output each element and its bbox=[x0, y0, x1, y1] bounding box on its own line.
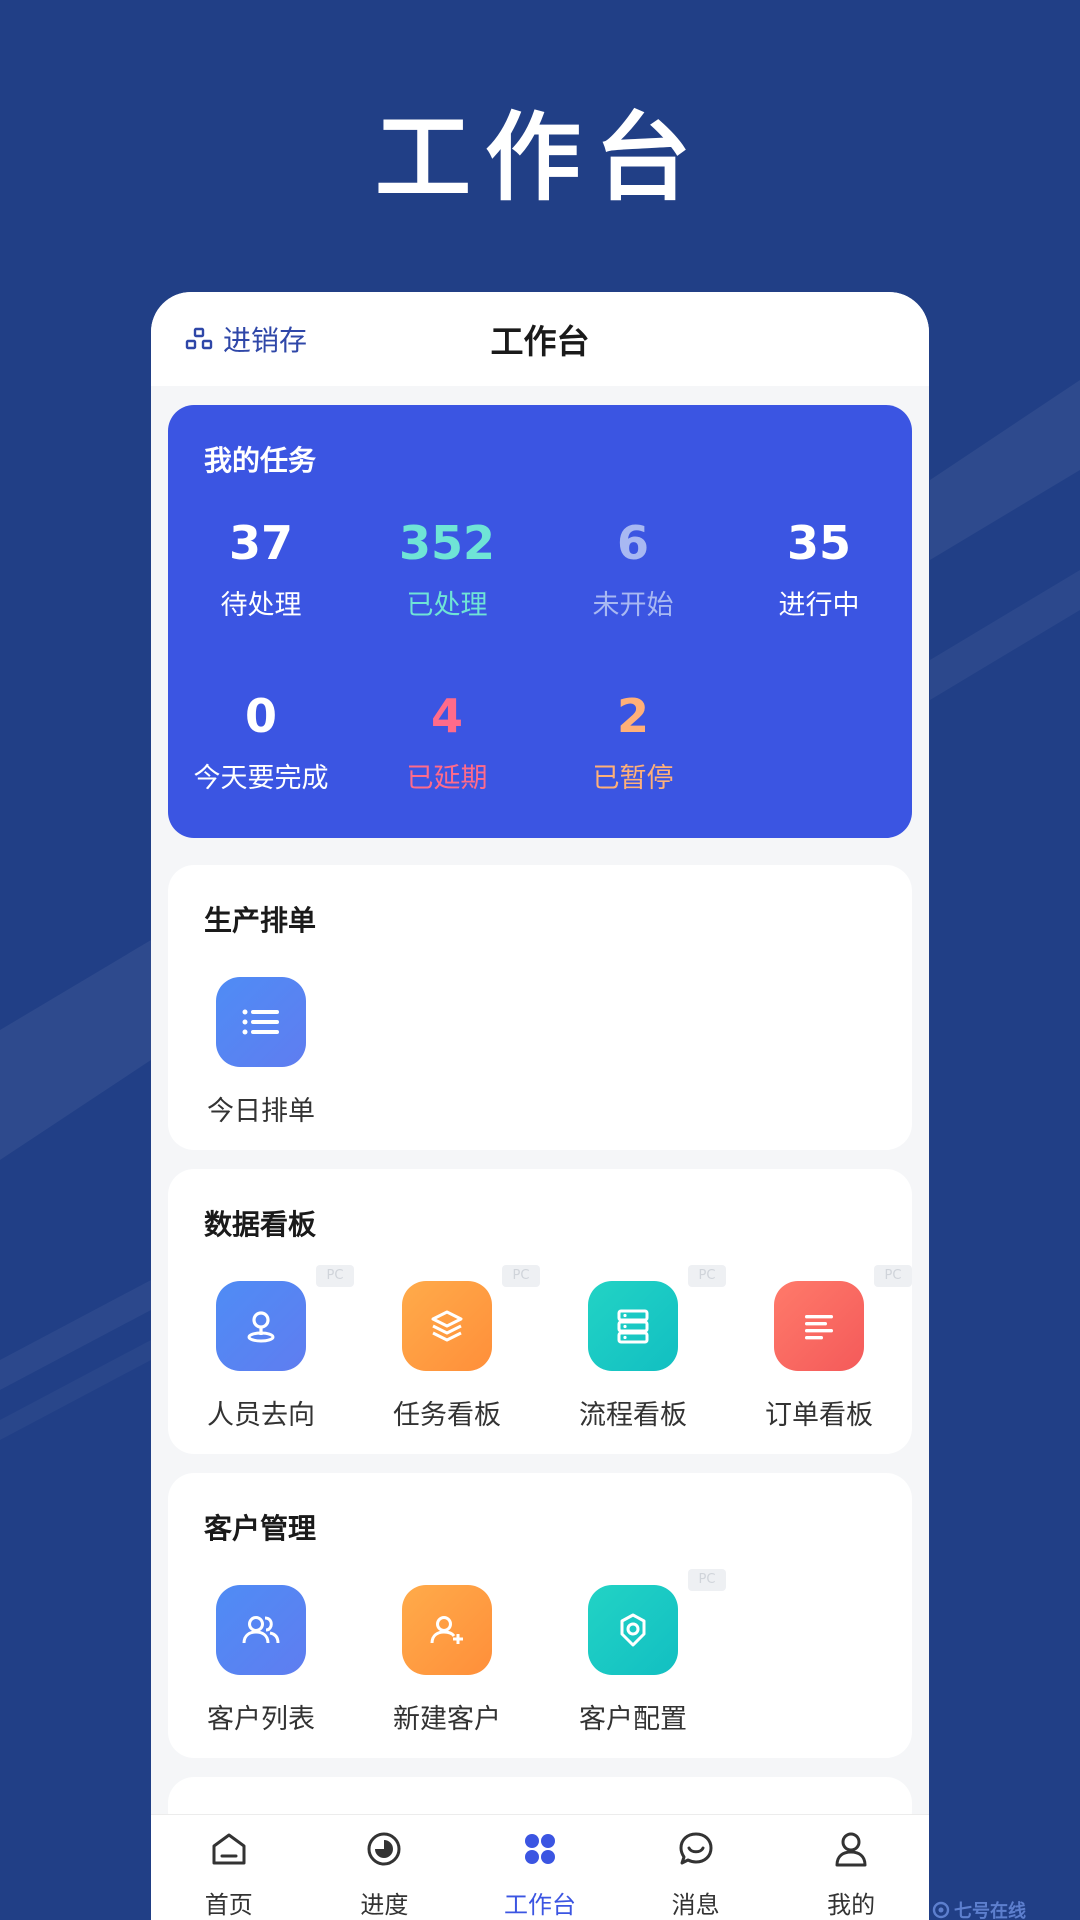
stat-label: 已处理 bbox=[406, 590, 488, 621]
grid-icon bbox=[524, 1834, 555, 1864]
server-icon bbox=[588, 1281, 678, 1371]
tab-label: 工作台 bbox=[503, 1891, 576, 1919]
my-tasks-title: 我的任务 bbox=[204, 444, 317, 477]
new-customer-tile[interactable]: 新建客户 bbox=[354, 1585, 540, 1785]
my-tasks-card: 我的任务 37 待处理 352 已处理 6 未开始 35 进行中 0 今天要完成… bbox=[168, 405, 912, 838]
watermark-text: 七号在线 bbox=[954, 1901, 1026, 1920]
stat-label: 待处理 bbox=[220, 590, 302, 621]
stat-label: 已暂停 bbox=[592, 763, 674, 794]
stat-label: 进行中 bbox=[778, 590, 860, 621]
customer-section: 客户管理 客户列表 新建客户 PC 客户配置 bbox=[168, 1473, 912, 1758]
tab-mine[interactable]: 我的 bbox=[773, 1815, 929, 1920]
users-icon bbox=[216, 1585, 306, 1675]
pc-badge: PC bbox=[316, 1265, 354, 1287]
app-header: 进销存 工作台 bbox=[151, 292, 929, 386]
tab-label: 我的 bbox=[827, 1891, 876, 1919]
section-title: 客户管理 bbox=[204, 1512, 317, 1545]
stat-paused[interactable]: 2 已暂停 bbox=[540, 693, 726, 792]
tab-progress[interactable]: 进度 bbox=[307, 1815, 463, 1920]
layers-icon bbox=[402, 1281, 492, 1371]
tile-label: 订单看板 bbox=[765, 1400, 873, 1431]
tab-home[interactable]: 首页 bbox=[151, 1815, 307, 1920]
inventory-switch[interactable]: 进销存 bbox=[185, 292, 307, 386]
today-schedule-tile[interactable]: 今日排单 bbox=[168, 977, 354, 1177]
user-icon bbox=[835, 1832, 867, 1867]
list-icon bbox=[216, 977, 306, 1067]
watermark: 七号在线 bbox=[932, 1900, 1080, 1920]
pc-badge: PC bbox=[688, 1265, 726, 1287]
tab-label: 消息 bbox=[671, 1891, 720, 1919]
user-add-icon bbox=[402, 1585, 492, 1675]
app-screen: 进销存 工作台 我的任务 37 待处理 352 已处理 6 未开始 35 进行中… bbox=[151, 292, 929, 1920]
section-title: 生产排单 bbox=[204, 904, 317, 937]
tab-label: 进度 bbox=[360, 1891, 409, 1919]
staff-whereabouts-tile[interactable]: PC 人员去向 bbox=[168, 1265, 354, 1481]
customer-list-tile[interactable]: 客户列表 bbox=[168, 1585, 354, 1785]
stat-value: 37 bbox=[228, 516, 293, 570]
stat-value: 6 bbox=[616, 516, 649, 570]
stat-value: 2 bbox=[616, 689, 649, 743]
order-board-tile[interactable]: PC 订单看板 bbox=[726, 1265, 912, 1481]
stat-pending[interactable]: 37 待处理 bbox=[168, 520, 354, 619]
stat-overdue[interactable]: 4 已延期 bbox=[354, 693, 540, 792]
dashboard-section: 数据看板 PC 人员去向 PC 任务看板 PC 流程看板 PC 订单看板 bbox=[168, 1169, 912, 1454]
chat-icon bbox=[679, 1832, 713, 1865]
tab-bar: 首页 进度 工作台 消息 我的 bbox=[151, 1814, 929, 1920]
gear-icon bbox=[588, 1585, 678, 1675]
tile-label: 客户列表 bbox=[207, 1704, 315, 1735]
tab-label: 首页 bbox=[204, 1891, 253, 1919]
pc-badge: PC bbox=[688, 1569, 726, 1591]
production-section: 生产排单 今日排单 bbox=[168, 865, 912, 1150]
stat-value: 0 bbox=[244, 689, 277, 743]
hero-title: 工作台 bbox=[375, 102, 705, 214]
stat-in-progress[interactable]: 35 进行中 bbox=[726, 520, 912, 619]
stat-label: 今天要完成 bbox=[193, 763, 329, 794]
stat-not-started[interactable]: 6 未开始 bbox=[540, 520, 726, 619]
tile-label: 客户配置 bbox=[579, 1704, 687, 1735]
org-chart-icon bbox=[185, 327, 213, 350]
home-icon bbox=[212, 1833, 246, 1865]
customer-config-tile[interactable]: PC 客户配置 bbox=[540, 1569, 726, 1785]
tile-label: 新建客户 bbox=[393, 1704, 501, 1735]
stat-label: 已延期 bbox=[406, 763, 488, 794]
document-lines-icon bbox=[774, 1281, 864, 1371]
progress-icon bbox=[367, 1832, 401, 1866]
pc-badge: PC bbox=[502, 1265, 540, 1287]
stat-value: 35 bbox=[786, 516, 851, 570]
task-board-tile[interactable]: PC 任务看板 bbox=[354, 1265, 540, 1481]
watermark-logo-icon bbox=[932, 1901, 950, 1919]
tab-workbench[interactable]: 工作台 bbox=[462, 1815, 618, 1920]
stat-processed[interactable]: 352 已处理 bbox=[354, 520, 540, 619]
stat-label: 未开始 bbox=[592, 590, 674, 621]
stat-due-today[interactable]: 0 今天要完成 bbox=[168, 693, 354, 792]
process-board-tile[interactable]: PC 流程看板 bbox=[540, 1265, 726, 1481]
tab-messages[interactable]: 消息 bbox=[618, 1815, 774, 1920]
location-pin-icon bbox=[216, 1281, 306, 1371]
tile-label: 流程看板 bbox=[579, 1400, 687, 1431]
tile-label: 任务看板 bbox=[393, 1400, 501, 1431]
stat-value: 4 bbox=[430, 689, 463, 743]
inventory-label: 进销存 bbox=[223, 324, 308, 357]
section-title: 数据看板 bbox=[204, 1208, 317, 1241]
stat-value: 352 bbox=[398, 516, 496, 570]
tile-label: 人员去向 bbox=[207, 1400, 315, 1431]
page-title: 工作台 bbox=[490, 322, 590, 361]
pc-badge: PC bbox=[874, 1265, 912, 1287]
tile-label: 今日排单 bbox=[207, 1096, 315, 1127]
